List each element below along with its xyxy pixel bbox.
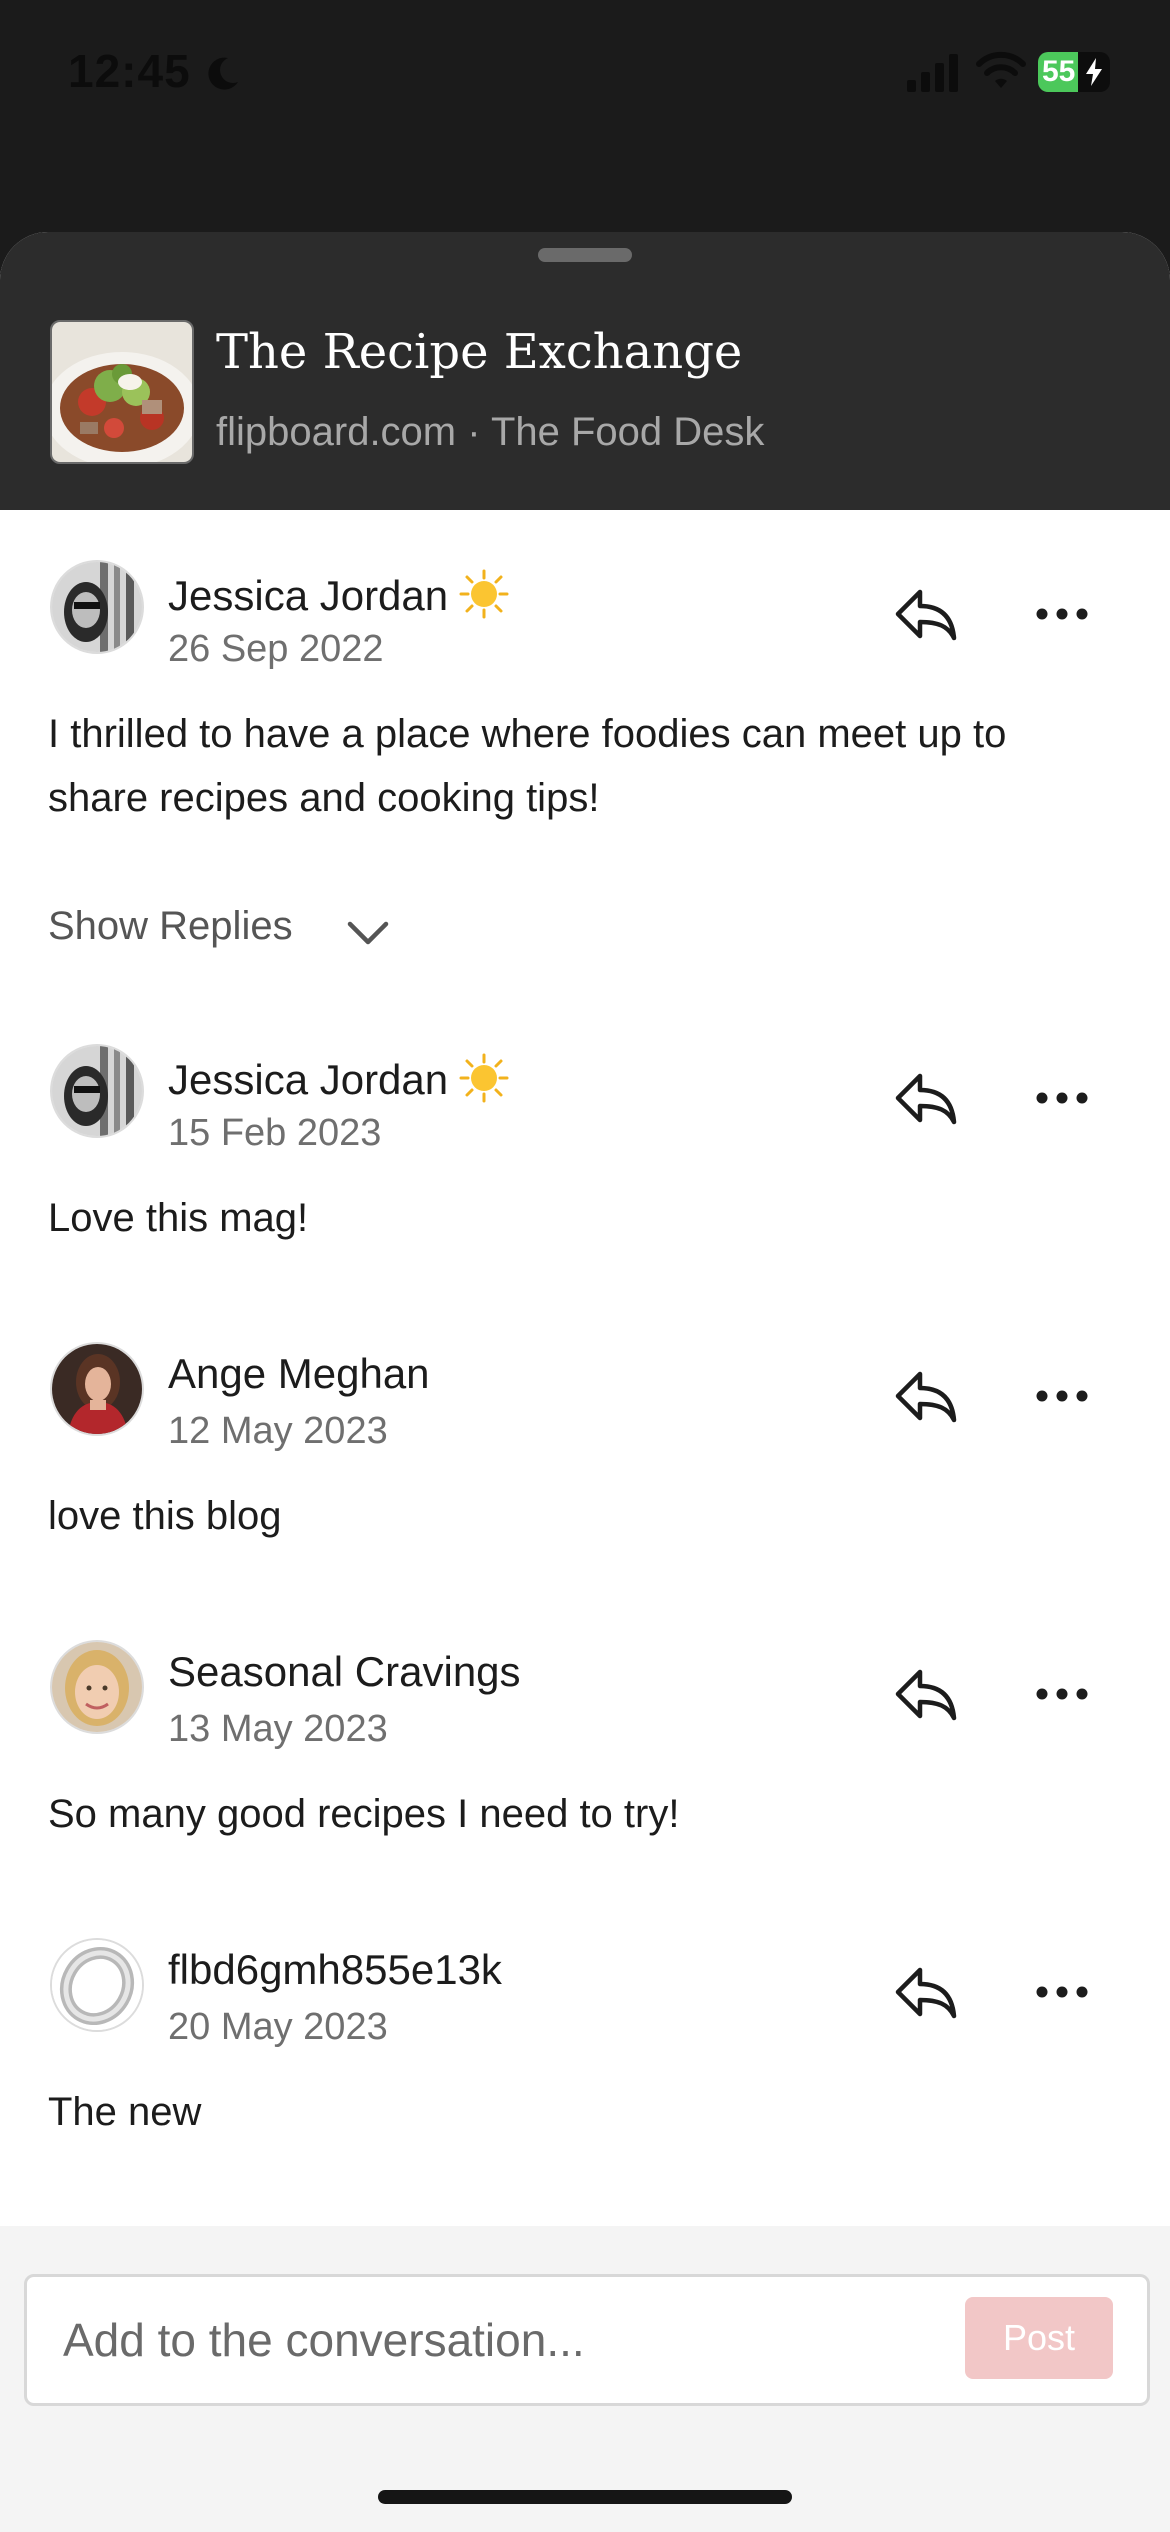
comment-text: love this blog bbox=[48, 1494, 282, 1538]
avatar[interactable] bbox=[50, 560, 144, 654]
reply-icon[interactable] bbox=[894, 586, 958, 642]
more-options-icon[interactable] bbox=[1034, 1388, 1090, 1404]
avatar[interactable] bbox=[50, 1044, 144, 1138]
author-name: Jessica Jordan bbox=[168, 572, 449, 619]
avatar[interactable] bbox=[50, 1938, 144, 2032]
comment-text: So many good recipes I need to try! bbox=[48, 1792, 680, 1836]
magazine-thumbnail[interactable] bbox=[50, 320, 194, 464]
magazine-subtitle: flipboard.com · The Food Desk bbox=[216, 410, 765, 454]
cellular-signal-icon bbox=[907, 54, 958, 92]
sheet-grabber[interactable] bbox=[538, 248, 632, 262]
sun-badge-icon bbox=[459, 1053, 509, 1103]
avatar-woman-red-dress-icon bbox=[52, 1344, 142, 1434]
more-options-icon[interactable] bbox=[1034, 1686, 1090, 1702]
comment-author[interactable]: flbd6gmh855e13k bbox=[168, 1946, 502, 1994]
more-options-icon[interactable] bbox=[1034, 1984, 1090, 2000]
comment-date: 15 Feb 2023 bbox=[168, 1112, 382, 1154]
status-time: 12:45 bbox=[68, 45, 191, 97]
battery-indicator: 55 bbox=[1038, 52, 1110, 92]
comment-text: The new bbox=[48, 2090, 202, 2134]
moon-icon bbox=[208, 57, 238, 90]
comment-date: 13 May 2023 bbox=[168, 1708, 388, 1750]
food-image-icon bbox=[52, 322, 192, 462]
reply-icon[interactable] bbox=[894, 1070, 958, 1126]
comment-input[interactable]: Add to the conversation... Post bbox=[24, 2274, 1150, 2406]
author-name: flbd6gmh855e13k bbox=[168, 1946, 502, 1993]
author-name: Ange Meghan bbox=[168, 1350, 430, 1397]
wifi-icon bbox=[976, 51, 1026, 88]
sheet-header: The Recipe Exchange flipboard.com · The … bbox=[0, 232, 1170, 510]
home-indicator[interactable] bbox=[378, 2490, 792, 2504]
comment-input-placeholder[interactable]: Add to the conversation... bbox=[63, 2313, 585, 2367]
comment-text: I thrilled to have a place where foodies… bbox=[48, 712, 1007, 820]
show-replies-button[interactable]: Show Replies bbox=[48, 904, 293, 949]
more-options-icon[interactable] bbox=[1034, 1090, 1090, 1106]
reply-icon[interactable] bbox=[894, 1666, 958, 1722]
status-bar: 12:45 55 bbox=[0, 0, 1170, 150]
comment-text: Love this mag! bbox=[48, 1196, 309, 1240]
comment-date: 26 Sep 2022 bbox=[168, 628, 384, 670]
avatar-blonde-woman-icon bbox=[52, 1642, 142, 1732]
comment-author[interactable]: Jessica Jordan bbox=[168, 568, 510, 620]
avatar-bw-portrait-icon bbox=[52, 1046, 142, 1136]
battery-percent: 55 bbox=[1042, 55, 1076, 88]
avatar-bw-portrait-icon bbox=[52, 562, 142, 652]
reply-icon[interactable] bbox=[894, 1368, 958, 1424]
comment-date: 20 May 2023 bbox=[168, 2006, 388, 2048]
avatar-ring-icon bbox=[52, 1940, 142, 2030]
chevron-down-icon[interactable] bbox=[346, 918, 390, 948]
magazine-title[interactable]: The Recipe Exchange bbox=[216, 324, 742, 380]
avatar[interactable] bbox=[50, 1342, 144, 1436]
more-options-icon[interactable] bbox=[1034, 606, 1090, 622]
author-name: Seasonal Cravings bbox=[168, 1648, 521, 1695]
comment-date: 12 May 2023 bbox=[168, 1410, 388, 1452]
reply-icon[interactable] bbox=[894, 1964, 958, 2020]
comment-author[interactable]: Jessica Jordan bbox=[168, 1052, 510, 1104]
author-name: Jessica Jordan bbox=[168, 1056, 449, 1103]
comment-author[interactable]: Ange Meghan bbox=[168, 1350, 430, 1398]
avatar[interactable] bbox=[50, 1640, 144, 1734]
charging-bolt-icon bbox=[1086, 58, 1102, 86]
comment-author[interactable]: Seasonal Cravings bbox=[168, 1648, 521, 1696]
sun-badge-icon bbox=[459, 569, 509, 619]
post-button[interactable]: Post bbox=[965, 2297, 1113, 2379]
